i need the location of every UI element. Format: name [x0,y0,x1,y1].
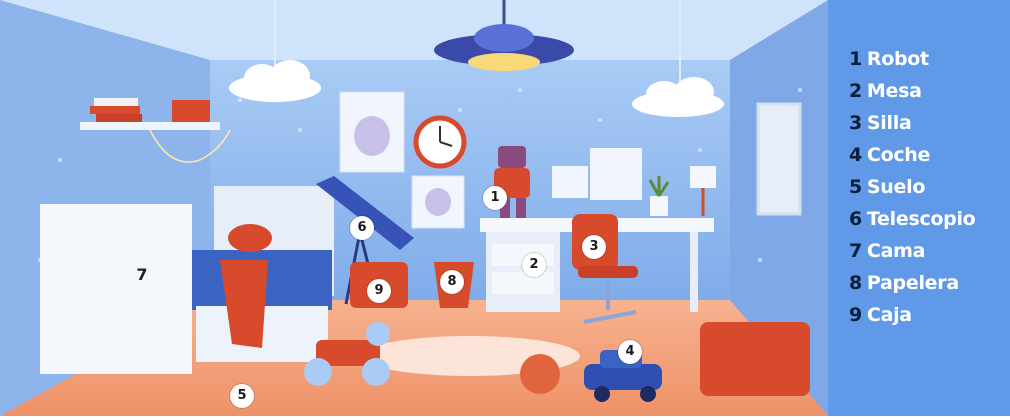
legend-item-papelera: 8 Papelera [849,272,959,294]
legend-number: 1 [849,48,862,70]
legend-number: 7 [849,240,862,262]
legend-label: Papelera [866,272,959,294]
marker-cama: 7 [136,265,148,284]
legend-label: Silla [866,112,912,134]
marker-telescopio: 6 [350,216,374,240]
bedroom-scene-svg [0,0,828,416]
legend-number: 2 [849,80,862,102]
legend-item-mesa: 2 Mesa [849,80,922,102]
dog-poster [339,91,405,173]
legend-item-suelo: 5 Suelo [849,176,925,198]
page: 1 2 3 4 5 6 7 8 9 1 Robot 2 Mesa 3 Silla 4C… [0,0,1010,416]
marker-mesa: 2 [522,253,546,277]
legend-label: Mesa [866,80,922,102]
legend-number: 9 [849,304,862,326]
legend-item-robot: 1 Robot [849,48,929,70]
legend-label: Robot [866,48,929,70]
legend-number: 3 [849,112,862,134]
marker-silla: 3 [582,235,606,259]
red-pouf [700,322,810,396]
bedroom-illustration: 1 2 3 4 5 6 7 8 9 [0,0,828,416]
legend-item-cama: 7 Cama [849,240,925,262]
legend-panel: 1 Robot 2 Mesa 3 Silla 4 Coche 5 Suelo 6 Teles… [828,0,1010,416]
marker-robot: 1 [483,186,507,210]
legend-item-caja: 9 Caja [849,304,912,326]
ball [520,354,560,394]
marker-coche: 4 [618,340,642,364]
wall-clock [413,115,467,169]
marker-suelo: 5 [230,384,254,408]
puppy-poster [411,175,465,229]
legend-label: Cama [866,240,926,262]
marker-papelera: 8 [440,270,464,294]
legend-label: Suelo [866,176,926,198]
marker-caja: 9 [367,279,391,303]
legend-number: 6 [849,208,862,230]
legend-item-coche: 4 Coche [849,144,930,166]
legend-label: Caja [866,304,912,326]
legend-item-silla: 3 Silla [849,112,912,134]
legend-label: Coche [866,144,931,166]
legend-number: 8 [849,272,862,294]
legend-item-telescopio: 6 Telescopio [849,208,976,230]
legend-label: Telescopio [866,208,976,230]
legend-number: 4 [849,144,862,166]
legend-number: 5 [849,176,862,198]
bed [40,186,334,374]
